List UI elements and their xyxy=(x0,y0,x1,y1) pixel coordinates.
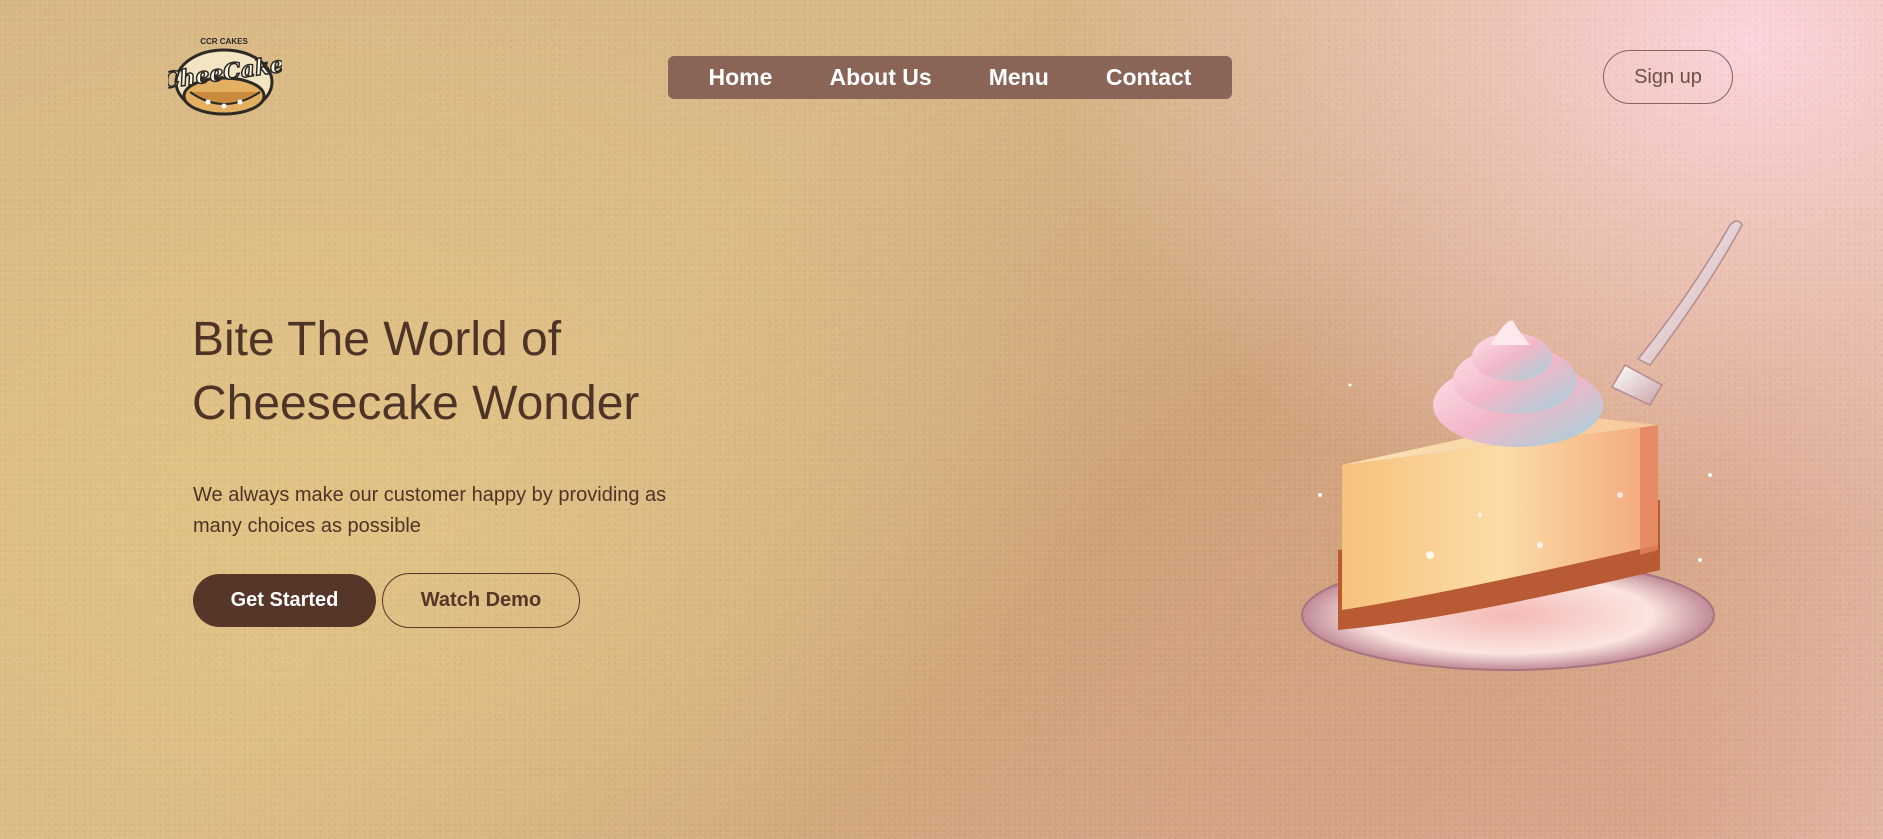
hero-title: Bite The World of Cheesecake Wonder xyxy=(192,308,812,436)
nav-item-menu[interactable]: Menu xyxy=(989,64,1049,91)
hero-subtitle-line-1: We always make our customer happy by pro… xyxy=(193,484,667,506)
watch-demo-button[interactable]: Watch Demo xyxy=(382,573,580,628)
nav-item-contact[interactable]: Contact xyxy=(1106,64,1192,91)
nav-item-about-us[interactable]: About Us xyxy=(829,64,931,91)
cheesecake-illustration xyxy=(1290,215,1750,685)
main-nav: Home About Us Menu Contact xyxy=(668,56,1232,99)
hero-subtitle-line-2: many choices as possible xyxy=(193,515,421,537)
signup-button[interactable]: Sign up xyxy=(1603,50,1733,104)
hero-title-line-1: Bite The World of xyxy=(192,313,562,366)
hero-title-line-2: Cheesecake Wonder xyxy=(192,377,640,430)
hero-subtitle: We always make our customer happy by pro… xyxy=(193,480,733,542)
get-started-button[interactable]: Get Started xyxy=(193,574,376,627)
brand-logo[interactable]: CCR CAKES CheeCake xyxy=(160,30,286,118)
nav-item-home[interactable]: Home xyxy=(709,64,773,91)
logo-tagline: CCR CAKES xyxy=(200,37,248,46)
